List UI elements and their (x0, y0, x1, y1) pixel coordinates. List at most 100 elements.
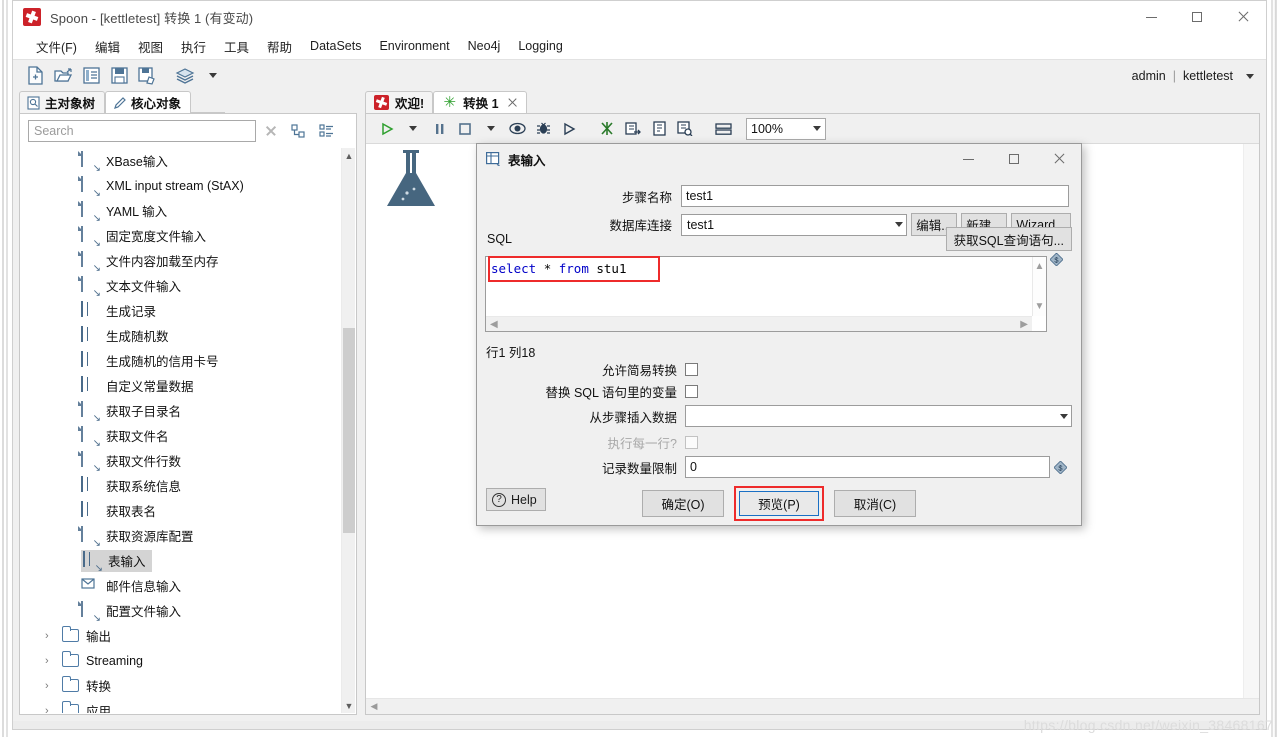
layers-dropdown-caret-icon[interactable] (199, 63, 227, 89)
dialog-close-button[interactable] (1036, 144, 1081, 174)
tree-item-generate-random-creditcard[interactable]: 生成随机的信用卡号 (21, 348, 341, 373)
allow-lazy-conversion-checkbox[interactable] (685, 363, 698, 376)
scrollbar-thumb[interactable] (343, 328, 355, 533)
tree-item-mail-input[interactable]: 邮件信息输入 (21, 573, 341, 598)
close-button[interactable] (1220, 1, 1266, 33)
tree-item-generate-rows[interactable]: 生成记录 (21, 298, 341, 323)
sql-horizontal-scrollbar[interactable]: ◀ ▶ (486, 316, 1032, 331)
tree-item-table-input[interactable]: 表输入 (21, 548, 341, 574)
open-file-icon[interactable] (49, 63, 77, 89)
maximize-button[interactable] (1174, 1, 1220, 33)
dialog-minimize-button[interactable] (946, 144, 991, 174)
scroll-down-icon[interactable]: ▼ (342, 698, 356, 713)
explore-repository-icon[interactable] (77, 63, 105, 89)
verify-icon[interactable] (594, 117, 620, 141)
zoom-select[interactable]: 100% (746, 117, 826, 140)
scroll-down-icon[interactable]: ▼ (1033, 301, 1046, 312)
limit-input[interactable]: 0 (685, 456, 1050, 478)
menu-logging[interactable]: Logging (509, 36, 572, 56)
sql-vertical-scrollbar[interactable]: ▲ ▼ (1032, 257, 1046, 316)
tree-item-get-repository-config[interactable]: 获取资源库配置 (21, 523, 341, 549)
menu-tools[interactable]: 工具 (215, 34, 258, 59)
menu-view[interactable]: 视图 (129, 34, 172, 59)
stop-dropdown-caret-icon[interactable] (478, 117, 504, 141)
cancel-button[interactable]: 取消(C) (834, 490, 916, 517)
tree-item-get-system-info[interactable]: 获取系统信息 (21, 473, 341, 498)
debug-icon[interactable] (530, 117, 556, 141)
expand-tree-icon[interactable] (286, 120, 310, 142)
step-name-input[interactable]: test1 (681, 185, 1069, 207)
variable-diamond-icon[interactable]: $ (1053, 459, 1068, 475)
collapse-tree-icon[interactable] (314, 120, 338, 142)
tree-folder-streaming[interactable]: › Streaming (21, 648, 341, 673)
run-dropdown-caret-icon[interactable] (400, 117, 426, 141)
scroll-left-icon[interactable]: ◀ (366, 699, 382, 715)
tree-item-get-file-names[interactable]: 获取文件名 (21, 423, 341, 449)
insert-data-from-step-select[interactable] (685, 405, 1072, 427)
replace-variables-checkbox[interactable] (685, 385, 698, 398)
tree-item-get-table-names[interactable]: 获取表名 (21, 498, 341, 523)
menu-file[interactable]: 文件(F) (27, 34, 86, 59)
chevron-right-icon[interactable]: › (45, 655, 55, 667)
tree-item-get-files-rowcount[interactable]: 获取文件行数 (21, 448, 341, 474)
tree-item-fixed-width-file-input[interactable]: 固定宽度文件输入 (21, 223, 341, 249)
tab-welcome[interactable]: 欢迎! (365, 91, 434, 113)
clear-x-icon[interactable] (260, 120, 282, 142)
tree-item-data-grid[interactable]: 自定义常量数据 (21, 373, 341, 398)
tree-folder-transform[interactable]: › 转换 (21, 673, 341, 698)
menu-edit[interactable]: 编辑 (86, 34, 129, 59)
tree-item-property-input[interactable]: 配置文件输入 (21, 598, 341, 624)
core-objects-tree[interactable]: XBase输入 XML input stream (StAX) YAML 输入 … (21, 148, 341, 713)
close-tab-icon[interactable] (507, 97, 518, 108)
scroll-left-icon[interactable]: ◀ (490, 319, 498, 330)
tab-core-objects[interactable]: 核心对象 (105, 91, 192, 113)
left-tree-scrollbar[interactable]: ▲ ▼ (341, 148, 355, 713)
show-results-icon[interactable] (672, 117, 698, 141)
tree-folder-output[interactable]: › 输出 (21, 623, 341, 648)
run-icon[interactable] (374, 117, 400, 141)
variable-diamond-icon[interactable]: $ (1049, 252, 1064, 267)
tree-item-yaml-input[interactable]: YAML 输入 (21, 198, 341, 224)
menu-run[interactable]: 执行 (172, 34, 215, 59)
tree-item-generate-random-value[interactable]: 生成随机数 (21, 323, 341, 348)
tab-transformation-1[interactable]: ✳ 转换 1 (433, 91, 527, 113)
tree-item-get-subfolder-names[interactable]: 获取子目录名 (21, 398, 341, 424)
tree-folder-application[interactable]: › 应用 (21, 698, 341, 713)
chevron-right-icon[interactable]: › (45, 705, 55, 714)
tab-main-object-tree[interactable]: 主对象树 (19, 91, 106, 113)
scroll-up-icon[interactable]: ▲ (342, 148, 356, 163)
scroll-right-icon[interactable]: ▶ (1020, 319, 1028, 330)
pause-icon[interactable] (426, 117, 452, 141)
replay-icon[interactable] (556, 117, 582, 141)
connection-select[interactable]: test1 (681, 213, 907, 236)
impact-analysis-icon[interactable] (620, 117, 646, 141)
caret-down-icon[interactable] (1246, 73, 1254, 79)
tree-item-text-file-input[interactable]: 文本文件输入 (21, 273, 341, 299)
save-icon[interactable] (105, 63, 133, 89)
minimize-button[interactable] (1128, 1, 1174, 33)
menu-environment[interactable]: Environment (370, 36, 458, 56)
ok-button[interactable]: 确定(O) (642, 490, 724, 517)
search-input[interactable] (28, 120, 256, 142)
dialog-maximize-button[interactable] (991, 144, 1036, 174)
save-as-icon[interactable] (133, 63, 161, 89)
tree-item-xml-stax[interactable]: XML input stream (StAX) (21, 173, 341, 199)
canvas-vertical-scrollbar[interactable] (1243, 144, 1259, 698)
stop-icon[interactable] (452, 117, 478, 141)
generate-sql-icon[interactable] (646, 117, 672, 141)
menu-datasets[interactable]: DataSets (301, 36, 370, 56)
sql-editor[interactable]: select * from stu1 ▲ ▼ ◀ ▶ (485, 256, 1047, 332)
arrange-icon[interactable] (710, 117, 736, 141)
menu-help[interactable]: 帮助 (258, 34, 301, 59)
tree-item-xbase-input[interactable]: XBase输入 (21, 148, 341, 174)
new-file-icon[interactable] (21, 63, 49, 89)
chevron-right-icon[interactable]: › (45, 680, 55, 692)
canvas-horizontal-scrollbar[interactable]: ◀ (366, 698, 1259, 714)
chevron-right-icon[interactable]: › (45, 630, 55, 642)
help-button[interactable]: ? Help (486, 488, 546, 511)
scroll-up-icon[interactable]: ▲ (1033, 261, 1046, 272)
menu-neo4j[interactable]: Neo4j (459, 36, 510, 56)
preview-icon[interactable] (504, 117, 530, 141)
get-sql-statement-button[interactable]: 获取SQL查询语句... (945, 227, 1072, 251)
tree-item-load-file-content[interactable]: 文件内容加载至内存 (21, 248, 341, 274)
